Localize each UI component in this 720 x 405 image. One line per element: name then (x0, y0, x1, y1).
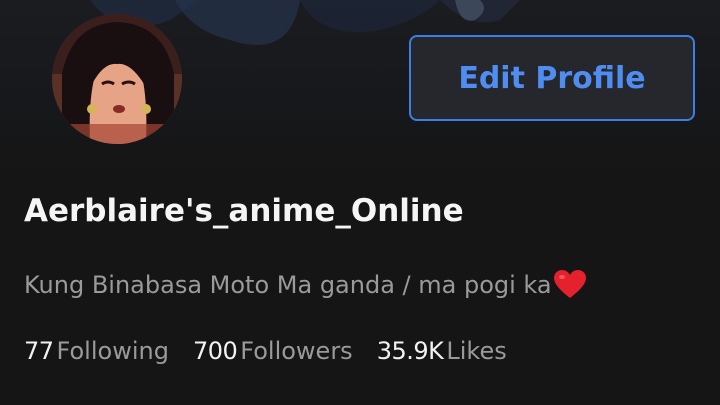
heart-icon (553, 270, 586, 298)
anime-character-avatar-icon (52, 14, 182, 144)
profile-bio: Kung Binabasa Moto Ma ganda / ma pogi ka (24, 270, 587, 300)
likes-count: 35.9K (376, 337, 444, 365)
stat-following[interactable]: 77 Following (24, 337, 169, 365)
following-count: 77 (24, 337, 54, 365)
bio-text: Kung Binabasa Moto Ma ganda / ma pogi ka (24, 271, 552, 299)
following-label: Following (56, 337, 169, 365)
edit-profile-button[interactable]: Edit Profile (409, 35, 695, 121)
followers-count: 700 (192, 337, 238, 365)
stat-likes[interactable]: 35.9K Likes (377, 337, 507, 365)
avatar[interactable] (52, 14, 182, 144)
profile-stats: 77 Following 700 Followers 35.9K Likes (24, 337, 531, 365)
followers-label: Followers (240, 337, 353, 365)
likes-label: Likes (446, 337, 507, 365)
stat-followers[interactable]: 700 Followers (193, 337, 353, 365)
profile-username: Aerblaire's_anime_Online (24, 193, 464, 229)
